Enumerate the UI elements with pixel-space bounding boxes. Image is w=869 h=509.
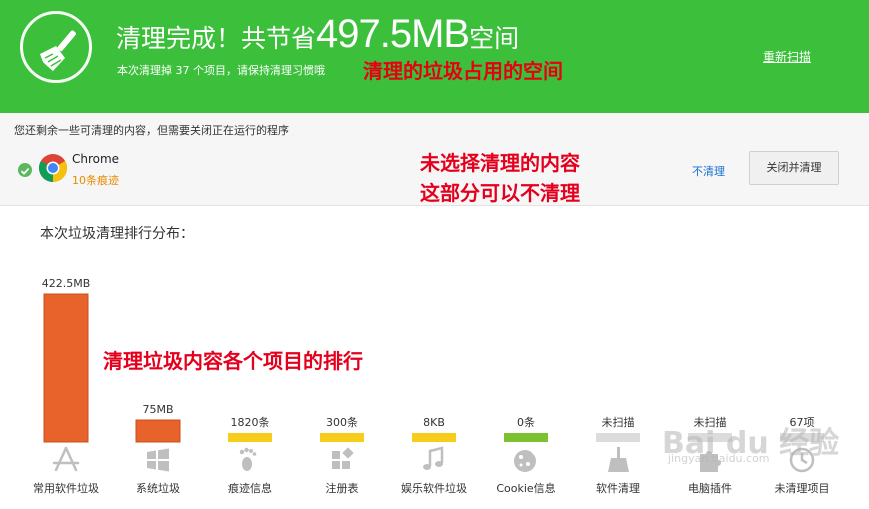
bar-3 bbox=[320, 433, 364, 442]
bar-2 bbox=[228, 433, 272, 442]
ranking-title: 本次垃圾清理排行分布： bbox=[40, 226, 194, 242]
rescan-link[interactable]: 重新扫描 bbox=[763, 48, 811, 65]
result-header: 清理完成！共节省497.5MB空间 本次清理掉 37 个项目，请保持清理习惯哦 … bbox=[0, 0, 869, 113]
bar-value-label-6: 未扫描 bbox=[602, 415, 635, 429]
annotation-ranking: 清理垃圾内容各个项目的排行 bbox=[103, 349, 363, 373]
bar-5 bbox=[504, 433, 548, 442]
cookie-icon bbox=[510, 446, 550, 478]
category-label-2: 痕迹信息 bbox=[228, 482, 272, 495]
header-subtitle: 本次清理掉 37 个项目，请保持清理习惯哦 bbox=[117, 64, 325, 77]
category-label-0: 常用软件垃圾 bbox=[33, 482, 99, 495]
category-label-3: 注册表 bbox=[325, 482, 359, 495]
bar-value-label-3: 300条 bbox=[326, 415, 358, 429]
close-and-clean-button[interactable]: 关闭并清理 bbox=[749, 151, 839, 185]
bar-4 bbox=[412, 433, 456, 442]
app-store-icon bbox=[50, 446, 90, 478]
music-icon bbox=[418, 446, 458, 478]
no-clean-link[interactable]: 不清理 bbox=[692, 163, 725, 179]
title-suffix: 空间 bbox=[469, 24, 520, 53]
broom-icon bbox=[20, 11, 92, 83]
app-trace-count: 10条痕迹 bbox=[72, 174, 119, 187]
bar-6 bbox=[596, 433, 640, 442]
category-label-1: 系统垃圾 bbox=[136, 482, 180, 495]
remaining-section: 您还剩余一些可清理的内容，但需要关闭正在运行的程序 Chrome 10条痕迹 未… bbox=[0, 113, 869, 206]
chrome-icon bbox=[38, 153, 68, 183]
registry-icon bbox=[326, 446, 366, 478]
category-label-4: 娱乐软件垃圾 bbox=[401, 482, 467, 495]
windows-icon bbox=[142, 446, 182, 478]
app-name: Chrome bbox=[72, 152, 120, 166]
bar-value-label-1: 75MB bbox=[142, 403, 173, 416]
bar-1 bbox=[135, 419, 181, 443]
annotation-unselected: 未选择清理的内容 这部分可以不清理 bbox=[420, 148, 580, 208]
category-label-7: 电脑插件 bbox=[688, 482, 732, 495]
broom-icon bbox=[602, 446, 642, 478]
bar-value-label-5: 0条 bbox=[517, 415, 535, 429]
category-label-6: 软件清理 bbox=[596, 482, 640, 495]
footprint-icon bbox=[234, 446, 274, 478]
annotation-unselected-line1: 未选择清理的内容 bbox=[420, 151, 580, 175]
watermark-url: jingyan.baidu.com bbox=[668, 452, 770, 465]
saved-amount: 497.5MB bbox=[316, 12, 470, 56]
annotation-saved-space: 清理的垃圾占用的空间 bbox=[363, 59, 563, 83]
check-icon[interactable] bbox=[18, 163, 32, 177]
bar-value-label-4: 8KB bbox=[423, 416, 445, 429]
bar-value-label-0: 422.5MB bbox=[42, 277, 91, 290]
annotation-unselected-line2: 这部分可以不清理 bbox=[420, 181, 580, 205]
category-label-8: 未清理项目 bbox=[774, 482, 830, 495]
remaining-title: 您还剩余一些可清理的内容，但需要关闭正在运行的程序 bbox=[14, 124, 289, 137]
bar-0 bbox=[43, 293, 89, 443]
category-label-5: Cookie信息 bbox=[496, 482, 556, 495]
title-prefix: 清理完成！共节省 bbox=[116, 24, 317, 53]
bar-value-label-2: 1820条 bbox=[231, 415, 270, 429]
